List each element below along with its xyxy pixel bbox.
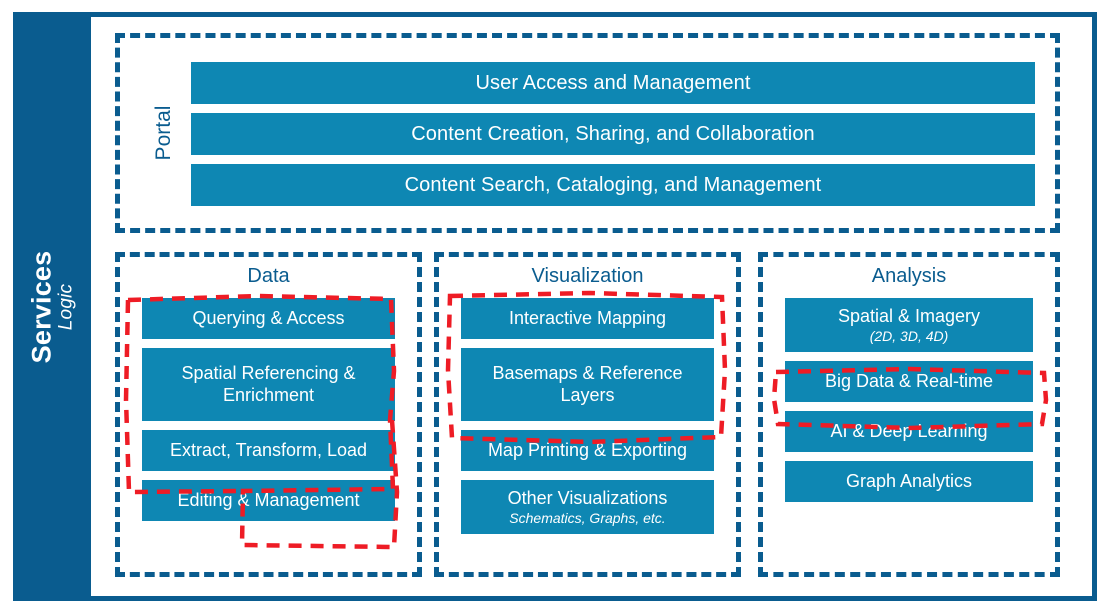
service-box-label: AI & Deep Learning (830, 420, 988, 441)
service-box-extract-transform-load[interactable]: Extract, Transform, Load (142, 430, 395, 471)
service-box-spatial-referencing[interactable]: Spatial Referencing & Enrichment (142, 348, 395, 421)
data-item-stack: Querying & Access Spatial Referencing & … (142, 298, 395, 530)
service-box-other-visualizations[interactable]: Other Visualizations Schematics, Graphs,… (461, 480, 714, 534)
portal-bar-label: Content Search, Cataloging, and Manageme… (404, 173, 822, 196)
service-box-map-printing-exporting[interactable]: Map Printing & Exporting (461, 430, 714, 471)
services-subtitle: Logic (55, 283, 77, 330)
service-box-label: Other Visualizations (507, 488, 668, 509)
portal-bar-user-access[interactable]: User Access and Management (191, 62, 1035, 104)
portal-bar-label: Content Creation, Sharing, and Collabora… (411, 122, 815, 145)
analysis-group: Analysis Spatial & Imagery (2D, 3D, 4D) … (758, 252, 1060, 577)
service-box-editing-management[interactable]: Editing & Management (142, 480, 395, 521)
service-box-sublabel: (2D, 3D, 4D) (869, 327, 949, 344)
analysis-item-stack: Spatial & Imagery (2D, 3D, 4D) Big Data … (785, 298, 1033, 511)
service-box-label: Big Data & Real-time (824, 370, 994, 391)
diagram-canvas: Services Logic Portal User Access and Ma… (0, 0, 1102, 616)
service-box-ai-deep-learning[interactable]: AI & Deep Learning (785, 411, 1033, 452)
service-box-interactive-mapping[interactable]: Interactive Mapping (461, 298, 714, 339)
service-box-querying-access[interactable]: Querying & Access (142, 298, 395, 339)
data-group-title: Data (247, 265, 290, 287)
service-box-label: Extract, Transform, Load (169, 439, 368, 460)
service-box-label: Basemaps & Reference Layers (492, 363, 683, 405)
portal-group: Portal User Access and Management Conten… (115, 33, 1060, 233)
portal-bar-label: User Access and Management (475, 71, 751, 94)
service-box-label: Querying & Access (192, 307, 345, 328)
service-box-label: Editing & Management (177, 489, 360, 510)
service-box-graph-analytics[interactable]: Graph Analytics (785, 461, 1033, 502)
visualization-group-title: Visualization (531, 265, 644, 287)
service-box-label: Graph Analytics (845, 470, 973, 491)
service-box-big-data-real-time[interactable]: Big Data & Real-time (785, 361, 1033, 402)
services-sidebar: Services Logic (13, 12, 91, 601)
service-box-label: Spatial & Imagery (837, 306, 981, 327)
portal-bar-content-search[interactable]: Content Search, Cataloging, and Manageme… (191, 164, 1035, 206)
service-box-label: Spatial Referencing & Enrichment (181, 363, 356, 405)
visualization-group: Visualization Interactive Mapping Basema… (434, 252, 741, 577)
service-box-sublabel: Schematics, Graphs, etc. (509, 509, 666, 526)
service-box-basemaps-reference-layers[interactable]: Basemaps & Reference Layers (461, 348, 714, 421)
analysis-group-title: Analysis (871, 265, 947, 287)
portal-bar-content-creation[interactable]: Content Creation, Sharing, and Collabora… (191, 113, 1035, 155)
service-box-label: Map Printing & Exporting (487, 439, 688, 460)
service-box-spatial-imagery[interactable]: Spatial & Imagery (2D, 3D, 4D) (785, 298, 1033, 352)
services-sidebar-text: Services Logic (26, 250, 77, 363)
services-title: Services (26, 250, 57, 363)
data-group: Data Querying & Access Spatial Referenci… (115, 252, 422, 577)
portal-bar-stack: User Access and Management Content Creat… (191, 62, 1035, 206)
visualization-item-stack: Interactive Mapping Basemaps & Reference… (461, 298, 714, 543)
service-box-label: Interactive Mapping (508, 307, 667, 328)
portal-group-label: Portal (152, 105, 175, 161)
